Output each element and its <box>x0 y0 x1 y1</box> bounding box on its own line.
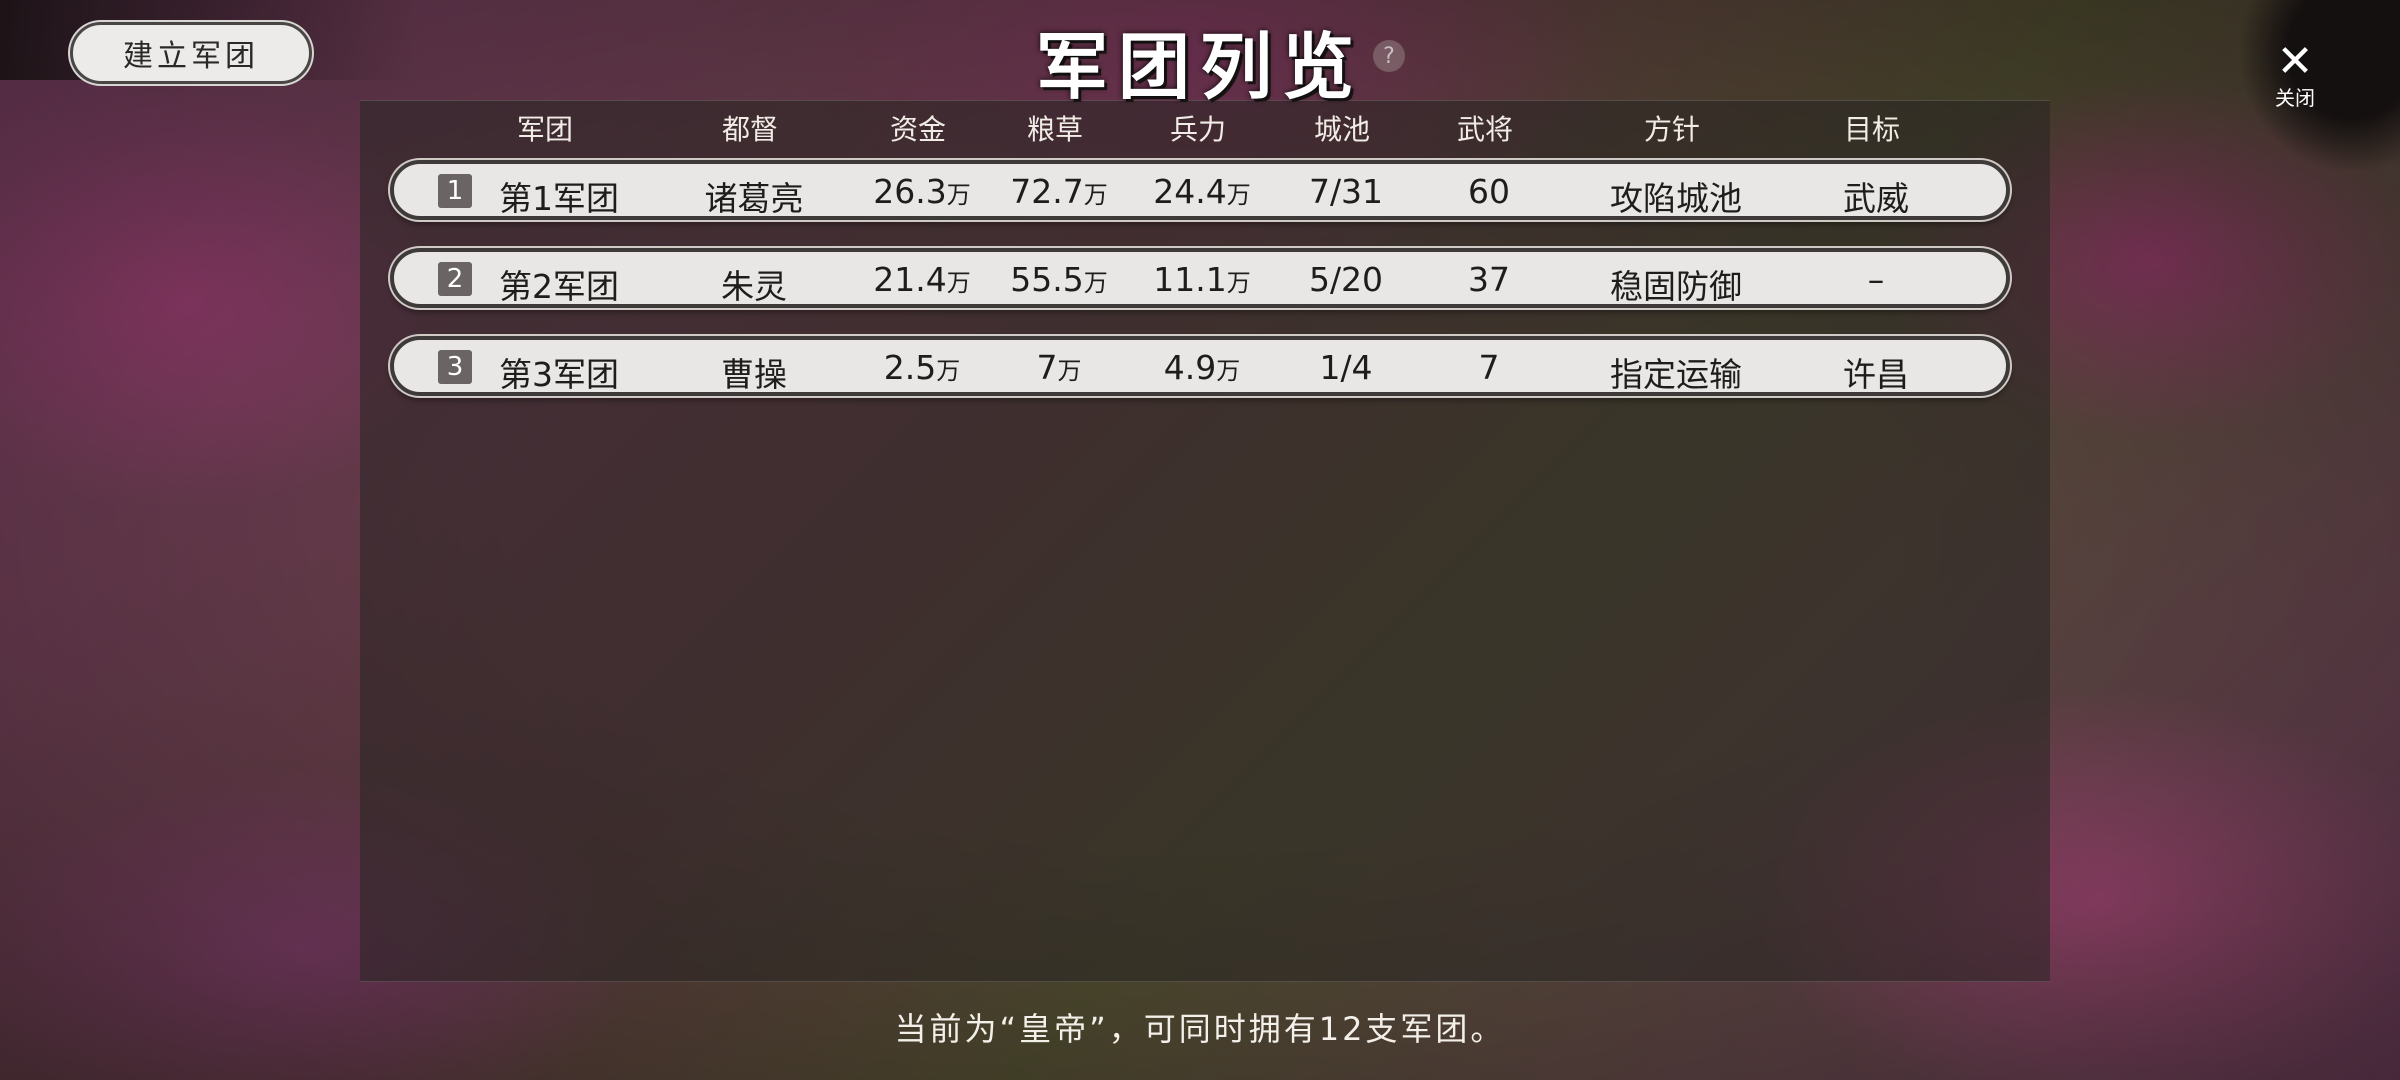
legion-food: 55.5万 <box>1010 260 1108 299</box>
column-header-cities: 城池 <box>1313 113 1371 146</box>
legion-generals: 37 <box>1468 260 1510 299</box>
legion-policy: 指定运输 <box>1610 355 1742 394</box>
legion-list-panel <box>360 100 2050 982</box>
legion-cities: 7/31 <box>1308 172 1384 211</box>
column-header-funds: 资金 <box>889 113 947 146</box>
legion-index-badge: 1 <box>438 174 472 208</box>
close-label: 关闭 <box>2275 86 2315 110</box>
legion-policy: 攻陷城池 <box>1610 179 1742 218</box>
legion-target: 武威 <box>1843 179 1909 218</box>
legion-funds: 2.5万 <box>883 348 961 387</box>
column-header-generals: 武将 <box>1456 113 1514 146</box>
page-title: 军团列览 <box>1035 24 1364 109</box>
legion-troops: 24.4万 <box>1153 172 1251 211</box>
legion-name: 第2军团 <box>499 267 619 306</box>
legion-governor: 朱灵 <box>721 267 787 306</box>
column-header-policy: 方针 <box>1643 113 1701 146</box>
legion-funds: 21.4万 <box>873 260 971 299</box>
legion-policy: 稳固防御 <box>1610 267 1742 306</box>
legion-governor: 诸葛亮 <box>704 179 804 218</box>
legion-index-badge: 3 <box>438 350 472 384</box>
legion-name: 第3军团 <box>499 355 619 394</box>
legion-troops: 11.1万 <box>1153 260 1251 299</box>
close-icon: ✕ <box>2276 36 2314 87</box>
legion-target: 许昌 <box>1843 355 1909 394</box>
legion-row[interactable]: 3 第3军团 曹操 2.5万 7万 4.9万 1/4 7 指定运输 许昌 <box>390 336 2010 396</box>
legion-food: 7万 <box>1036 348 1082 387</box>
legion-target: – <box>1867 260 1885 299</box>
column-header-troops: 兵力 <box>1169 113 1227 146</box>
legion-governor: 曹操 <box>721 355 787 394</box>
legion-cities: 5/20 <box>1308 260 1384 299</box>
legion-generals: 7 <box>1478 348 1500 387</box>
column-header-food: 粮草 <box>1026 113 1084 146</box>
legion-generals: 60 <box>1468 172 1510 211</box>
legion-row[interactable]: 2 第2军团 朱灵 21.4万 55.5万 11.1万 5/20 37 稳固防御… <box>390 248 2010 308</box>
legion-funds: 26.3万 <box>873 172 971 211</box>
legion-row[interactable]: 1 第1军团 诸葛亮 26.3万 72.7万 24.4万 7/31 60 攻陷城… <box>390 160 2010 220</box>
table-header: 军团 都督 资金 粮草 兵力 城池 武将 方针 目标 <box>0 108 2400 152</box>
status-footer: 当前为“皇帝”，可同时拥有12支军团。 <box>894 1010 1506 1048</box>
legion-food: 72.7万 <box>1010 172 1108 211</box>
help-icon[interactable]: ? <box>1373 40 1405 72</box>
legion-cities: 1/4 <box>1319 348 1373 387</box>
legion-index-badge: 2 <box>438 262 472 296</box>
legion-name: 第1军团 <box>499 179 619 218</box>
column-header-legion: 军团 <box>516 113 574 146</box>
legion-troops: 4.9万 <box>1163 348 1241 387</box>
column-header-governor: 都督 <box>721 113 779 146</box>
column-header-target: 目标 <box>1843 113 1901 146</box>
close-button[interactable]: ✕ 关闭 <box>2260 38 2330 118</box>
